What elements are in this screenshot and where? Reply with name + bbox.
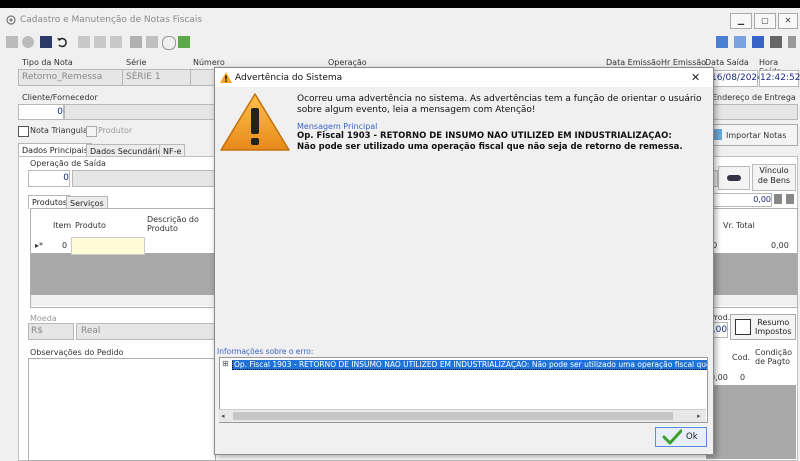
produtor-checkbox[interactable] bbox=[86, 126, 97, 137]
data-emissao-label: Data Emissão bbox=[606, 58, 661, 67]
pagto-grid-empty bbox=[706, 385, 796, 459]
warning-large-icon bbox=[220, 93, 290, 151]
nota-triangular-checkbox[interactable] bbox=[18, 126, 29, 137]
edit-icon[interactable] bbox=[110, 36, 122, 48]
grid-header-item: Item bbox=[53, 221, 72, 230]
expand-icon[interactable]: ⊞ bbox=[222, 359, 229, 368]
grid-row-produto-cell[interactable] bbox=[71, 237, 145, 255]
grid-header-descricao: Descrição do Produto bbox=[147, 215, 199, 233]
undo-icon[interactable] bbox=[56, 36, 68, 48]
copy-icon[interactable] bbox=[94, 36, 106, 48]
print-icon[interactable] bbox=[130, 36, 142, 48]
endereco-select[interactable] bbox=[708, 104, 798, 120]
serie-select[interactable]: SÉRIE 1 bbox=[122, 69, 193, 86]
tab-dados-principais[interactable]: Dados Principais bbox=[18, 143, 93, 157]
endereco-label: Endereço de Entrega bbox=[712, 93, 796, 102]
dialog-message: Ocorreu uma advertência no sistema. As a… bbox=[297, 94, 702, 115]
data-saida-label: Data Saída bbox=[705, 58, 749, 67]
minimize-button[interactable]: ▁ bbox=[730, 13, 752, 29]
info-tree-item[interactable]: Op. Fiscal 1903 - RETORNO DE INSUMO NAO … bbox=[232, 360, 707, 370]
resumo-impostos-button[interactable]: Resumo Impostos bbox=[730, 314, 796, 340]
bens-icon-button[interactable] bbox=[718, 166, 750, 190]
toolbar bbox=[0, 32, 800, 54]
numero-input[interactable] bbox=[190, 69, 216, 86]
email-icon[interactable] bbox=[146, 36, 158, 48]
cod-label: Cod. bbox=[732, 353, 751, 362]
moeda-name[interactable]: Real bbox=[76, 323, 220, 340]
main-window-titlebar: Cadastro e Manutenção de Notas Fiscais ▁… bbox=[0, 8, 800, 32]
operacao-saida-code[interactable]: 0 bbox=[28, 170, 70, 187]
produtor-label: Produtor bbox=[98, 126, 133, 135]
dialog-titlebar: Advertência do Sistema ✕ bbox=[215, 68, 713, 87]
scroll-thumb[interactable] bbox=[233, 412, 673, 420]
first-icon[interactable] bbox=[78, 36, 90, 48]
window-icon[interactable] bbox=[752, 36, 764, 48]
ok-button[interactable]: Ok bbox=[655, 427, 707, 447]
exit-icon[interactable] bbox=[788, 36, 796, 48]
warning-dialog: Advertência do Sistema ✕ Ocorreu uma adv… bbox=[214, 67, 714, 455]
screen-icon[interactable] bbox=[716, 36, 728, 48]
grid-header-vr-total: Vr. Total bbox=[723, 221, 755, 230]
import-icon bbox=[713, 129, 722, 140]
resumo-impostos-label: Resumo Impostos bbox=[755, 318, 792, 336]
handshake-icon bbox=[727, 175, 741, 181]
nota-triangular-label: Nota Triangular bbox=[30, 126, 92, 135]
pagto-cod: 0 bbox=[740, 373, 746, 382]
key-icon[interactable] bbox=[734, 36, 746, 48]
operacao-saida-desc[interactable] bbox=[72, 170, 216, 187]
dialog-title: Advertência do Sistema bbox=[235, 73, 343, 83]
moeda-label: Moeda bbox=[30, 314, 57, 323]
download-icon[interactable] bbox=[178, 36, 190, 48]
warning-small-icon bbox=[220, 72, 232, 83]
numero-label: Número bbox=[193, 58, 225, 67]
cliente-label: Cliente/Fornecedor bbox=[22, 93, 98, 102]
grid-row-marker: ▸* bbox=[35, 241, 44, 250]
moeda-code[interactable]: R$ bbox=[28, 323, 74, 340]
grid-filter-icon[interactable] bbox=[786, 194, 794, 204]
principal-label: Mensagem Principal bbox=[297, 122, 378, 131]
serie-label: Série bbox=[126, 58, 147, 67]
tab-produtos[interactable]: Produtos bbox=[28, 195, 72, 209]
desktop-top-strip bbox=[0, 0, 800, 8]
new-icon[interactable] bbox=[6, 36, 18, 48]
grid-settings-icon[interactable] bbox=[774, 194, 782, 204]
grid-row-item: 0 bbox=[62, 241, 68, 250]
save-icon[interactable] bbox=[40, 36, 52, 48]
hr-emissao-label: Hr Emissão bbox=[661, 58, 707, 67]
ok-label: Ok bbox=[686, 432, 698, 442]
info-label: Informações sobre o erro: bbox=[217, 347, 314, 356]
cancel-icon[interactable] bbox=[22, 36, 34, 48]
observacoes-label: Observações do Pedido bbox=[30, 348, 124, 357]
tipo-nota-label: Tipo da Nota bbox=[22, 58, 73, 67]
importar-notas-button[interactable]: Importar Notas bbox=[708, 124, 798, 146]
info-tree-item-text: Op. Fiscal 1903 - RETORNO DE INSUMO NAO … bbox=[232, 360, 707, 370]
settings-icon[interactable] bbox=[770, 36, 782, 48]
operacao-label: Operação bbox=[328, 58, 367, 67]
grid-row-total: 0,00 bbox=[771, 241, 789, 250]
cliente-code-input[interactable]: 0 bbox=[18, 104, 64, 120]
observacoes-textarea[interactable] bbox=[28, 358, 216, 461]
scroll-right-icon[interactable]: ▸ bbox=[697, 412, 701, 420]
app-icon bbox=[6, 15, 16, 25]
close-button[interactable]: ✕ bbox=[778, 13, 798, 29]
maximize-button[interactable]: ▢ bbox=[754, 13, 776, 29]
info-hscrollbar[interactable]: ◂ ▸ bbox=[219, 409, 706, 422]
hora-saida-input[interactable]: 12:42:52 bbox=[759, 70, 800, 87]
data-saida-input[interactable]: 16/08/2024 bbox=[710, 70, 763, 87]
block-icon[interactable] bbox=[162, 36, 176, 50]
tipo-nota-select[interactable]: Retorno_Remessa bbox=[18, 69, 123, 86]
vinculo-bens-button[interactable]: Vínculo de Bens bbox=[752, 164, 796, 191]
window-title: Cadastro e Manutenção de Notas Fiscais bbox=[20, 15, 203, 25]
operacao-saida-label: Operação de Saída bbox=[30, 159, 106, 168]
principal-message: Op. Fiscal 1903 - RETORNO DE INSUMO NAO … bbox=[297, 131, 683, 152]
dialog-close-button[interactable]: ✕ bbox=[691, 71, 700, 84]
importar-notas-label: Importar Notas bbox=[726, 131, 787, 140]
condicao-label: Condição de Pagto bbox=[755, 348, 793, 366]
scroll-left-icon[interactable]: ◂ bbox=[221, 412, 225, 420]
checkmark-icon bbox=[662, 429, 682, 445]
cliente-name-input[interactable] bbox=[64, 104, 216, 120]
total-field: 0,00 bbox=[710, 193, 772, 207]
grid-header-produto: Produto bbox=[75, 221, 106, 230]
table-icon bbox=[735, 319, 751, 335]
